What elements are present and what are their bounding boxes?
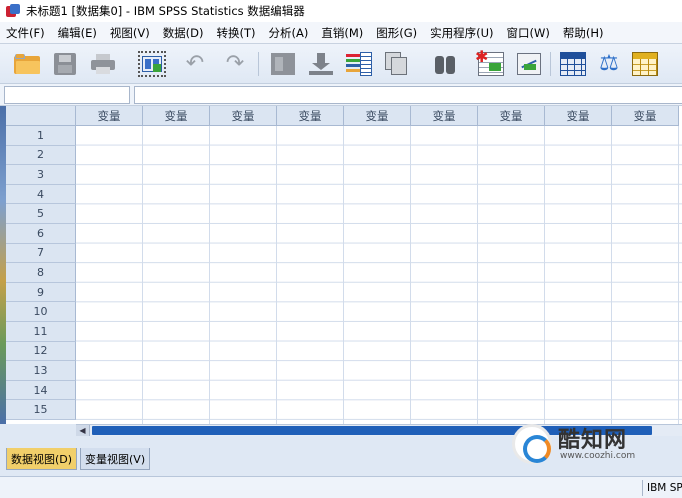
row-header[interactable]: 8 [6,263,76,283]
tab-variable-view[interactable]: 变量视图(V) [80,448,151,470]
column-header[interactable]: 变量 [612,106,679,126]
status-bar: IBM SPSS Statistics 处理程序就绪 [0,476,682,498]
row-header[interactable]: 2 [6,145,76,166]
column-header[interactable]: 变量 [143,106,210,126]
menu-utilities[interactable]: 实用程序(U) [424,25,500,41]
scroll-left-button[interactable]: ◀ [76,425,90,436]
variables-icon[interactable] [344,50,374,78]
row-header[interactable]: 5 [6,204,76,224]
menu-data[interactable]: 数据(D) [157,25,211,41]
insert-cases-icon[interactable]: ✱ [475,49,506,78]
run-descriptives-icon[interactable] [382,50,412,78]
row-header[interactable]: 4 [6,184,76,205]
spss-app-icon[interactable] [6,4,20,18]
column-header[interactable]: 变量 [545,106,612,126]
chevron-left-icon: ◀ [79,426,86,435]
menu-bar: 文件(F) 编辑(E) 视图(V) 数据(D) 转换(T) 分析(A) 直销(M… [0,22,682,44]
window-title: 未标题1 [数据集0] - IBM SPSS Statistics 数据编辑器 [26,4,305,18]
toolbar: ↶ ↷ ✱ ⚖ [0,44,682,84]
recall-dialog-icon[interactable] [134,50,170,78]
menu-view[interactable]: 视图(V) [104,25,157,41]
menu-window[interactable]: 窗口(W) [501,25,557,41]
watermark-name: 酷知网 [558,428,628,453]
column-header[interactable]: 变量 [478,106,545,126]
row-header[interactable]: 7 [6,243,76,264]
grid-corner[interactable] [6,106,76,126]
row-header[interactable]: 6 [6,224,76,244]
row-header[interactable]: 13 [6,361,76,381]
cell-reference-field[interactable] [4,86,130,104]
watermark: 酷知网 www.coozhi.com [500,420,670,468]
menu-graphs[interactable]: 图形(G) [370,25,424,41]
menu-transform[interactable]: 转换(T) [211,25,263,41]
title-bar: 未标题1 [数据集0] - IBM SPSS Statistics 数据编辑器 [0,0,682,22]
cell-value-field[interactable] [134,86,682,104]
row-header[interactable]: 12 [6,341,76,362]
column-header[interactable]: 变量 [277,106,344,126]
print-icon[interactable] [88,50,118,78]
redo-icon[interactable]: ↷ [220,50,250,78]
watermark-url: www.coozhi.com [560,451,636,461]
row-header[interactable]: 10 [6,302,76,322]
row-header[interactable]: 14 [6,380,76,401]
select-cases-icon[interactable] [630,50,660,78]
insert-variable-icon[interactable] [514,50,544,78]
column-header[interactable]: 变量 [76,106,143,126]
split-file-icon[interactable] [558,50,588,78]
menu-help[interactable]: 帮助(H) [557,25,611,41]
coozhi-logo-icon [512,424,552,464]
data-cells[interactable] [76,126,682,424]
row-header[interactable]: 11 [6,322,76,342]
status-text: IBM SPSS Statistics 处理程序就绪 [642,480,682,496]
toolbar-separator [550,52,551,76]
save-icon[interactable] [50,50,80,78]
menu-direct-marketing[interactable]: 直销(M) [315,25,370,41]
find-icon[interactable] [430,50,460,78]
open-folder-icon[interactable] [12,50,42,78]
tab-data-view[interactable]: 数据视图(D) [6,448,78,470]
row-header[interactable]: 3 [6,165,76,185]
column-header[interactable]: 变量 [210,106,277,126]
menu-analyze[interactable]: 分析(A) [263,25,316,41]
column-header[interactable]: 变量 [411,106,478,126]
menu-edit[interactable]: 编辑(E) [52,25,104,41]
row-header[interactable]: 15 [6,400,76,420]
undo-icon[interactable]: ↶ [180,50,210,78]
weight-cases-icon[interactable]: ⚖ [594,50,624,78]
cell-editor-bar [0,84,682,106]
toolbar-separator [258,52,259,76]
row-header[interactable]: 1 [6,126,76,146]
goto-case-icon[interactable] [268,50,298,78]
data-grid[interactable]: 变量 变量 变量 变量 变量 变量 变量 变量 变量 1 2 3 4 5 6 7… [6,106,682,424]
row-header[interactable]: 9 [6,282,76,303]
spss-data-editor-window: 未标题1 [数据集0] - IBM SPSS Statistics 数据编辑器 … [0,0,682,498]
goto-variable-icon[interactable] [306,50,336,78]
column-header[interactable]: 变量 [344,106,411,126]
menu-file[interactable]: 文件(F) [0,25,52,41]
